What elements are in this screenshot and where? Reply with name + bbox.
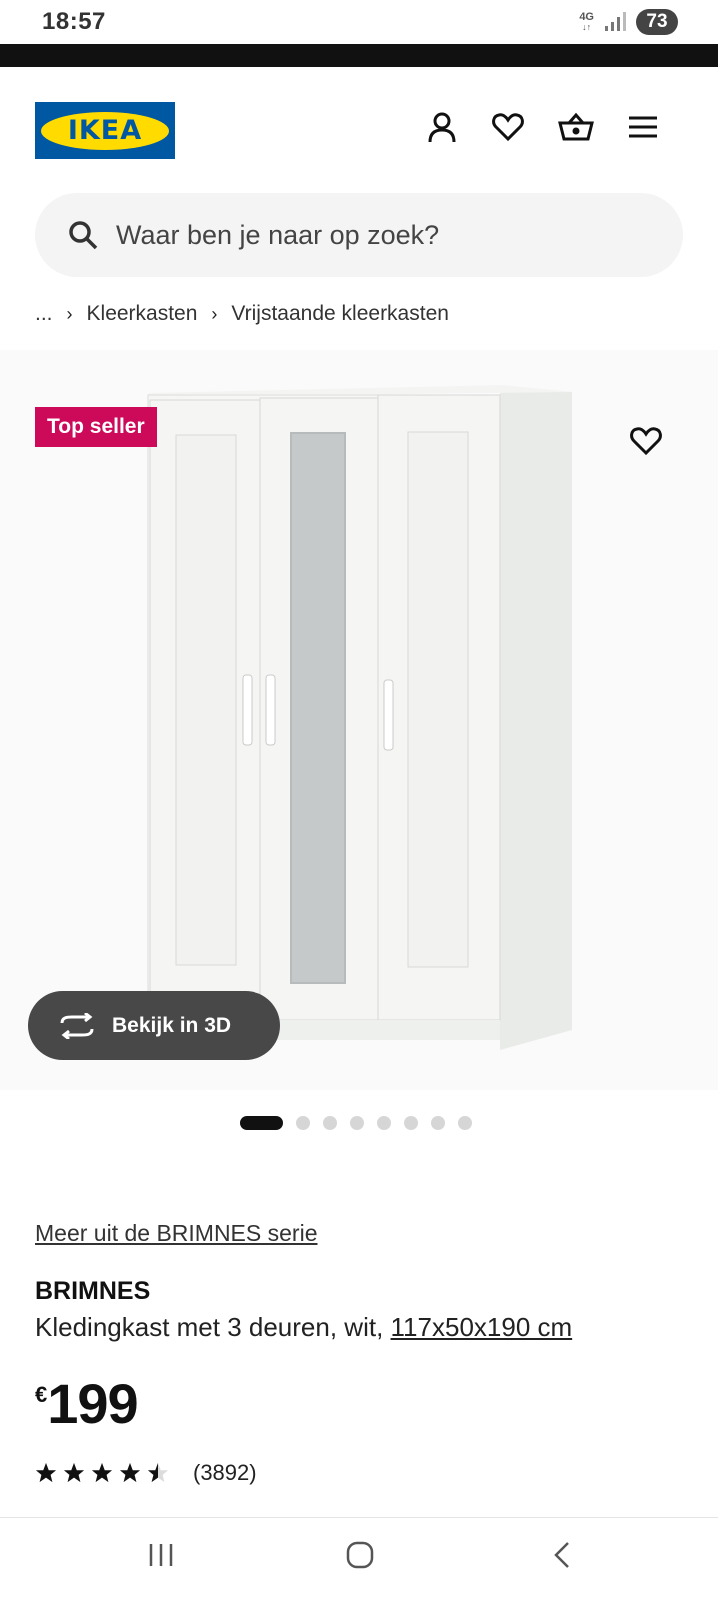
recent-apps-icon[interactable] xyxy=(146,1540,176,1570)
battery-indicator: 73 xyxy=(636,9,678,35)
carousel-dot[interactable] xyxy=(458,1116,472,1130)
price-value: 199 xyxy=(47,1372,138,1435)
product-rating[interactable]: (3892) xyxy=(35,1460,257,1486)
carousel-dot[interactable] xyxy=(431,1116,445,1130)
logo-oval: IKEA xyxy=(41,111,169,150)
product-name: BRIMNES xyxy=(35,1277,151,1305)
carousel-dot[interactable] xyxy=(404,1116,418,1130)
rotate-3d-icon xyxy=(60,1012,94,1039)
system-nav-bar xyxy=(0,1517,718,1600)
star-icon xyxy=(147,1462,169,1483)
heart-icon[interactable] xyxy=(492,112,524,142)
back-icon[interactable] xyxy=(548,1540,578,1570)
logo-text: IKEA xyxy=(67,115,143,146)
top-strip xyxy=(0,44,718,67)
status-time: 18:57 xyxy=(42,8,106,35)
product-image[interactable] xyxy=(0,350,718,1090)
carousel-dot[interactable] xyxy=(377,1116,391,1130)
status-indicators: 4G ↓↑ 73 xyxy=(579,9,678,35)
price-currency: € xyxy=(35,1382,48,1407)
carousel-dots xyxy=(240,1116,472,1130)
basket-icon[interactable] xyxy=(558,112,594,142)
view-in-3d-label: Bekijk in 3D xyxy=(112,1013,232,1037)
carousel-dot[interactable] xyxy=(323,1116,337,1130)
rating-stars xyxy=(35,1462,169,1484)
carousel-dot-active[interactable] xyxy=(240,1116,283,1130)
series-link[interactable]: Meer uit de BRIMNES serie xyxy=(35,1220,317,1247)
star-icon xyxy=(63,1462,85,1483)
header-actions xyxy=(426,111,658,143)
star-icon xyxy=(119,1462,141,1483)
breadcrumb-item-vrijstaande[interactable]: Vrijstaande kleerkasten xyxy=(231,302,449,326)
network-label: 4G xyxy=(579,11,594,23)
data-arrows-icon: ↓↑ xyxy=(582,22,592,32)
network-indicator: 4G ↓↑ xyxy=(579,11,594,33)
carousel-dot[interactable] xyxy=(350,1116,364,1130)
breadcrumb-ellipsis[interactable]: ... xyxy=(35,302,53,326)
star-icon xyxy=(35,1462,57,1483)
breadcrumb: ... › Kleerkasten › Vrijstaande kleerkas… xyxy=(35,302,449,326)
product-dimensions-link[interactable]: 117x50x190 cm xyxy=(391,1312,573,1342)
product-description: Kledingkast met 3 deuren, wit, 117x50x19… xyxy=(35,1312,572,1343)
view-in-3d-button[interactable]: Bekijk in 3D xyxy=(28,991,280,1060)
carousel-dot[interactable] xyxy=(296,1116,310,1130)
top-seller-badge: Top seller xyxy=(35,407,157,447)
chevron-right-icon: › xyxy=(66,303,73,324)
menu-icon[interactable] xyxy=(628,115,658,139)
search-icon xyxy=(69,221,98,250)
home-icon[interactable] xyxy=(345,1540,375,1570)
ikea-logo[interactable]: IKEA xyxy=(35,102,175,159)
chevron-right-icon: › xyxy=(211,303,218,324)
product-price: € 199 xyxy=(35,1372,139,1435)
breadcrumb-item-kleerkasten[interactable]: Kleerkasten xyxy=(87,302,198,326)
search-input[interactable] xyxy=(116,219,636,251)
search-bar[interactable] xyxy=(35,193,683,277)
wardrobe-image xyxy=(147,385,572,1050)
status-bar: 18:57 4G ↓↑ 73 xyxy=(0,0,718,44)
profile-icon[interactable] xyxy=(426,111,458,143)
favorite-heart-icon[interactable] xyxy=(630,426,662,456)
review-count: (3892) xyxy=(193,1460,257,1485)
signal-icon xyxy=(605,12,626,31)
product-description-text: Kledingkast met 3 deuren, wit, xyxy=(35,1312,384,1342)
star-icon xyxy=(91,1462,113,1483)
site-header: IKEA xyxy=(0,67,718,195)
